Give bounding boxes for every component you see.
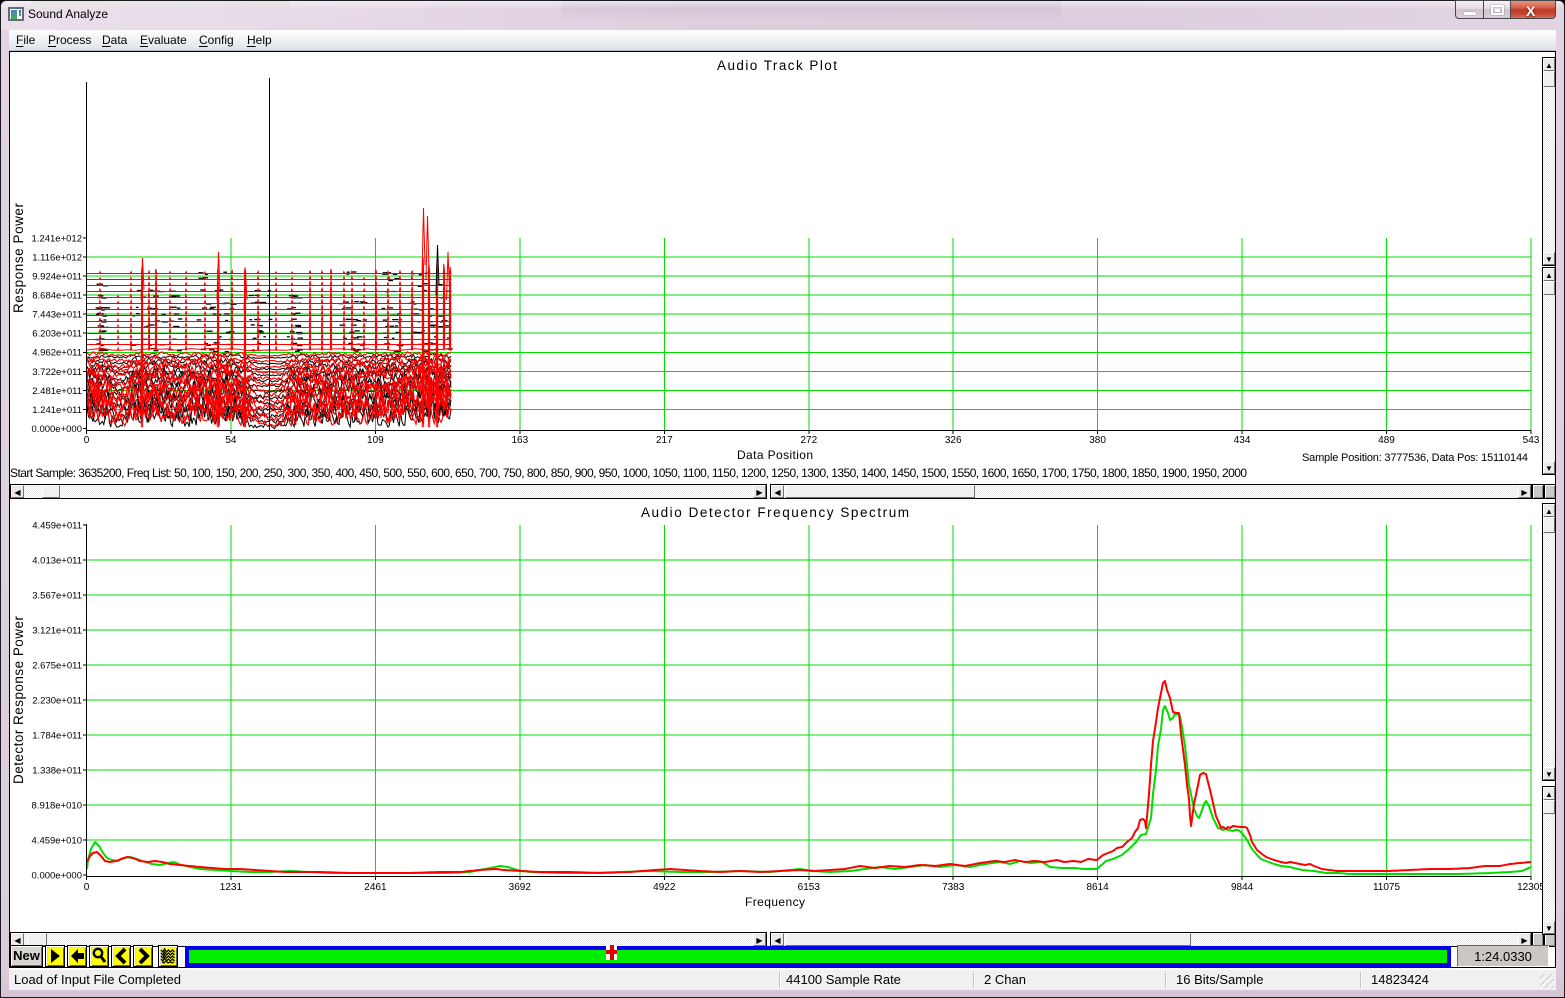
svg-text:0: 0 bbox=[84, 435, 90, 446]
svg-text:3692: 3692 bbox=[509, 882, 532, 893]
svg-text:Start Sample: 3635200, Freq Li: Start Sample: 3635200, Freq List: 50, 10… bbox=[10, 466, 1247, 480]
svg-text:543: 543 bbox=[1523, 435, 1540, 446]
svg-text:4922: 4922 bbox=[653, 882, 676, 893]
svg-text:2461: 2461 bbox=[364, 882, 387, 893]
svg-text:Response Power: Response Power bbox=[11, 203, 26, 314]
svg-text:Audio Track Plot: Audio Track Plot bbox=[717, 58, 837, 73]
svg-text:8.918e+010: 8.918e+010 bbox=[32, 800, 82, 811]
svg-text:2.675e+011: 2.675e+011 bbox=[32, 660, 82, 671]
svg-text:163: 163 bbox=[511, 435, 528, 446]
svg-text:2.230e+011: 2.230e+011 bbox=[32, 695, 82, 706]
svg-text:380: 380 bbox=[1089, 435, 1106, 446]
svg-text:434: 434 bbox=[1234, 435, 1251, 446]
svg-text:1231: 1231 bbox=[220, 882, 243, 893]
svg-text:Audio Detector Frequency Spect: Audio Detector Frequency Spectrum bbox=[641, 505, 909, 520]
svg-text:1.241e+012: 1.241e+012 bbox=[32, 233, 82, 244]
svg-text:489: 489 bbox=[1378, 435, 1395, 446]
svg-text:3.121e+011: 3.121e+011 bbox=[32, 625, 82, 636]
svg-text:4.013e+011: 4.013e+011 bbox=[32, 555, 82, 566]
svg-text:3.567e+011: 3.567e+011 bbox=[32, 590, 82, 601]
svg-text:4.459e+011: 4.459e+011 bbox=[32, 520, 82, 531]
svg-text:6153: 6153 bbox=[798, 882, 821, 893]
svg-text:1.338e+011: 1.338e+011 bbox=[32, 765, 82, 776]
svg-text:326: 326 bbox=[945, 435, 962, 446]
svg-text:4.962e+011: 4.962e+011 bbox=[32, 348, 82, 359]
svg-text:Frequency: Frequency bbox=[745, 895, 805, 909]
svg-text:1.116e+012: 1.116e+012 bbox=[32, 252, 82, 263]
svg-text:6.203e+011: 6.203e+011 bbox=[32, 329, 82, 340]
svg-text:1.241e+011: 1.241e+011 bbox=[32, 405, 82, 416]
svg-text:7383: 7383 bbox=[942, 882, 965, 893]
svg-text:8.684e+011: 8.684e+011 bbox=[32, 291, 82, 302]
svg-text:Data Position: Data Position bbox=[737, 448, 813, 462]
svg-text:1.784e+011: 1.784e+011 bbox=[32, 730, 82, 741]
svg-text:217: 217 bbox=[656, 435, 673, 446]
svg-text:4.459e+010: 4.459e+010 bbox=[32, 835, 82, 846]
svg-text:Sample Position: 3777536, Data: Sample Position: 3777536, Data Pos: 1511… bbox=[1302, 452, 1528, 464]
svg-text:272: 272 bbox=[800, 435, 817, 446]
svg-text:8614: 8614 bbox=[1086, 882, 1109, 893]
svg-text:54: 54 bbox=[225, 435, 237, 446]
svg-text:7.443e+011: 7.443e+011 bbox=[32, 310, 82, 321]
svg-text:9844: 9844 bbox=[1231, 882, 1254, 893]
svg-text:Detector Response Power: Detector Response Power bbox=[11, 616, 26, 785]
svg-text:0: 0 bbox=[84, 882, 90, 893]
svg-text:0.000e+000: 0.000e+000 bbox=[32, 424, 82, 435]
svg-text:109: 109 bbox=[367, 435, 384, 446]
svg-text:11075: 11075 bbox=[1373, 882, 1401, 893]
svg-text:3.722e+011: 3.722e+011 bbox=[32, 367, 82, 378]
svg-text:2.481e+011: 2.481e+011 bbox=[32, 386, 82, 397]
svg-text:9.924e+011: 9.924e+011 bbox=[32, 272, 82, 283]
svg-text:0.000e+000: 0.000e+000 bbox=[32, 870, 82, 881]
